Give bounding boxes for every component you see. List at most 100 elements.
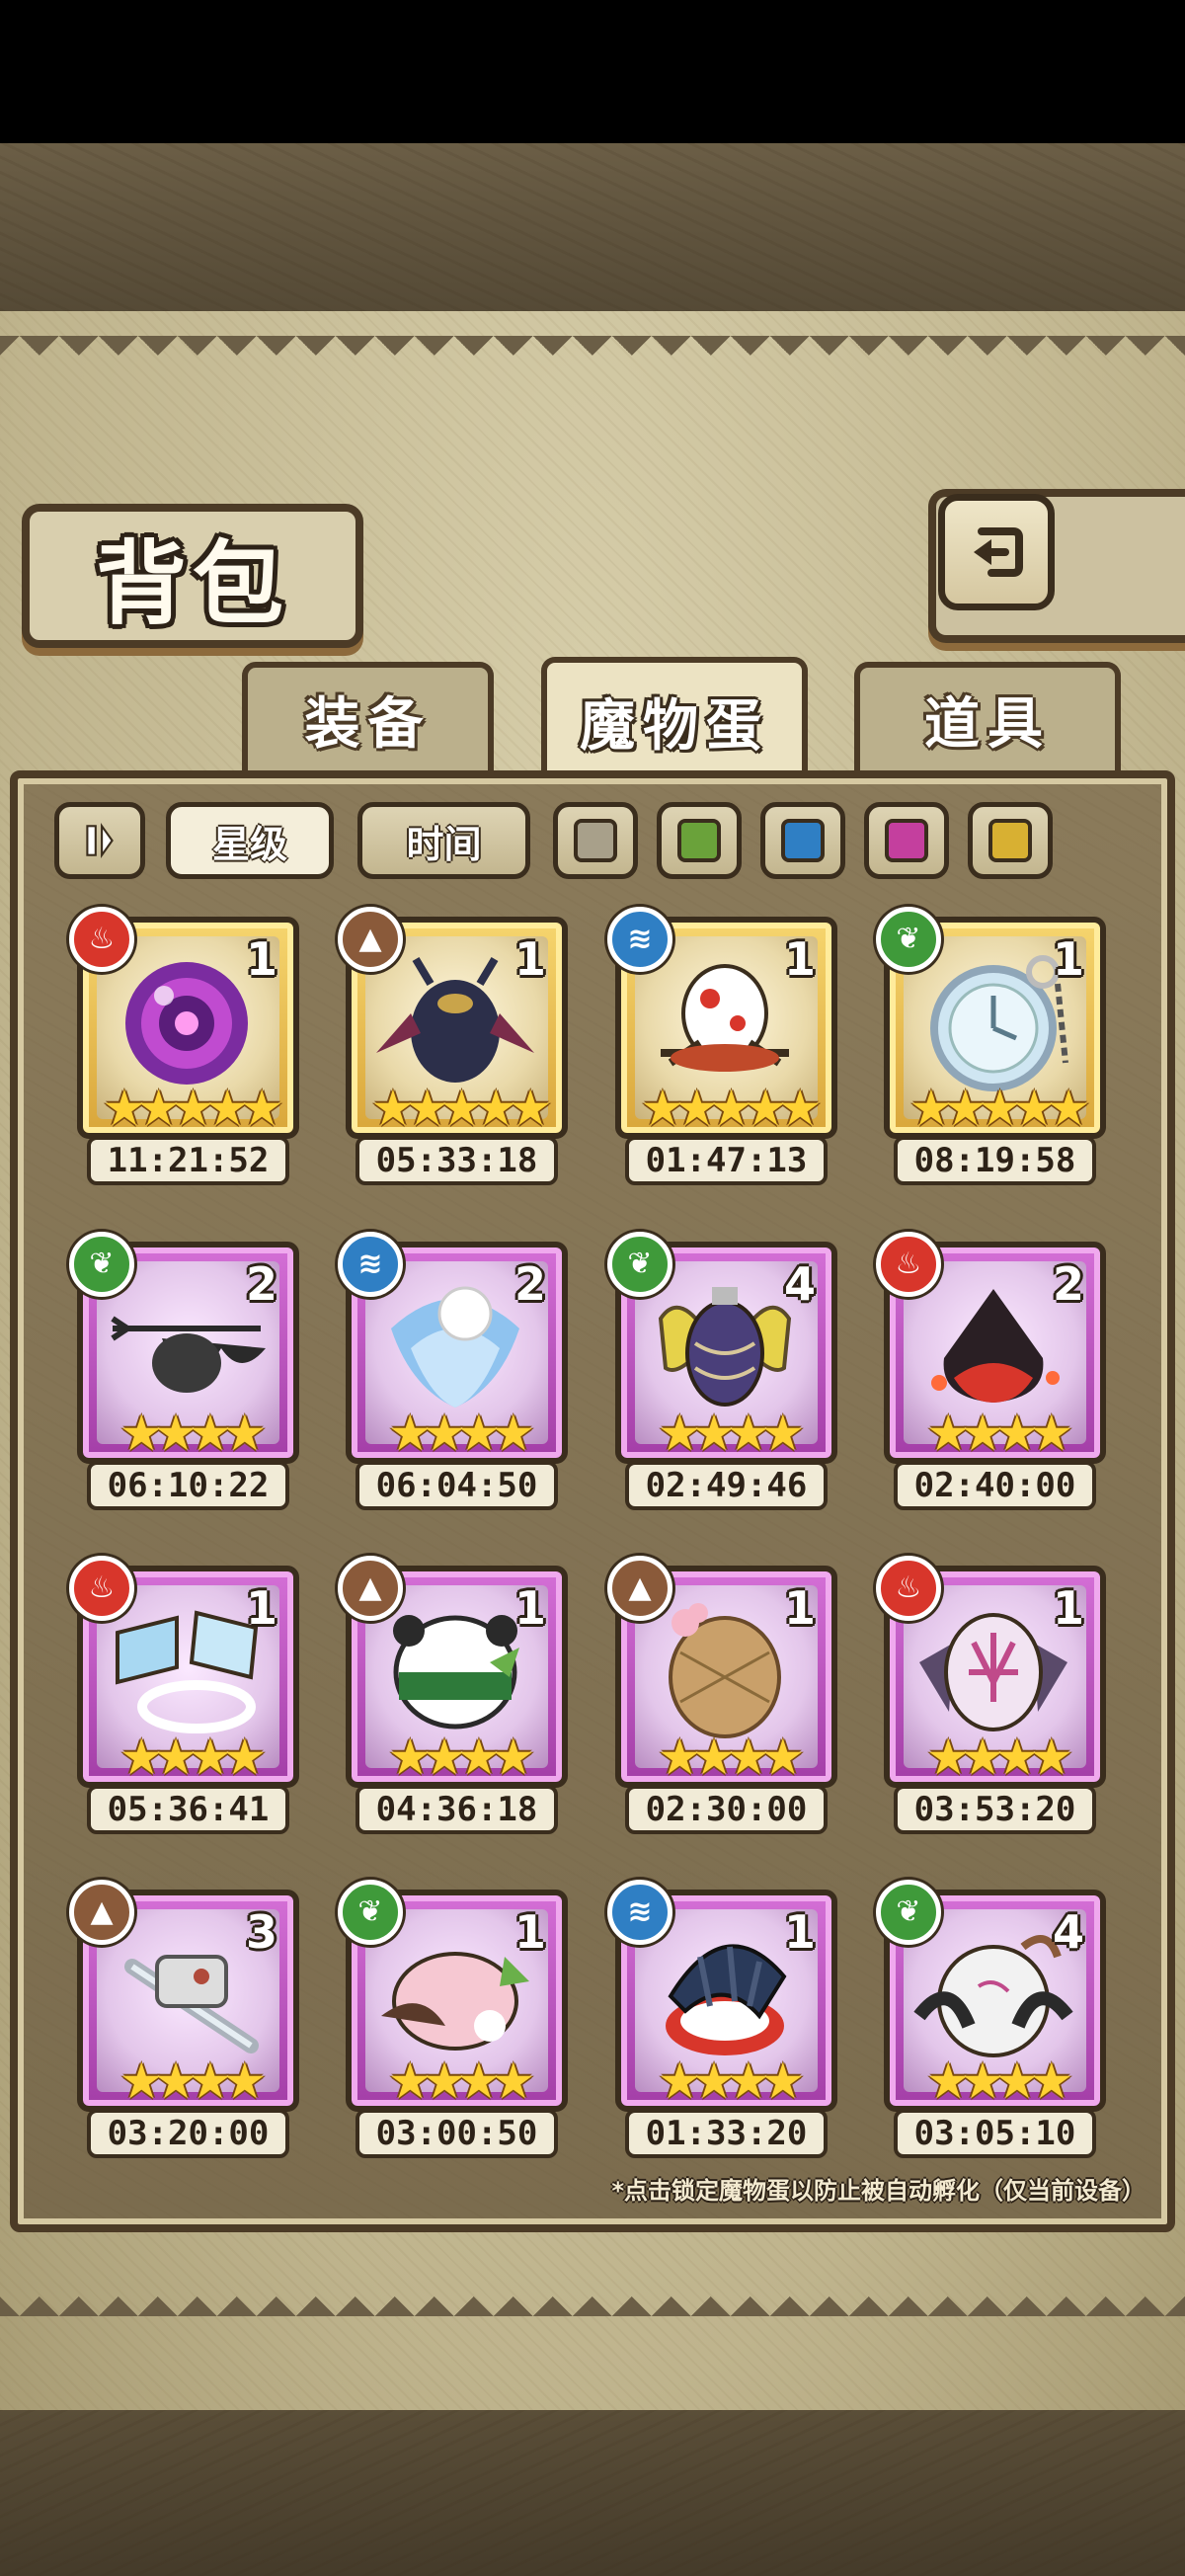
sort-by-star-label: 星级 — [211, 822, 287, 866]
item-count: 1 — [1052, 932, 1084, 986]
water-element-icon: ≋ — [607, 907, 672, 972]
back-arrow-icon — [974, 527, 1023, 577]
egg-card[interactable]: 4 ★★★★ ❦ 03:05:10 — [876, 1880, 1106, 2161]
back-button[interactable] — [938, 494, 1055, 610]
star-rating: ★★★★ — [657, 1405, 805, 1462]
star-rating: ★★★★★ — [370, 1080, 552, 1137]
hatch-timer: 04:36:18 — [356, 1785, 558, 1834]
star-rating: ★★★★ — [925, 2053, 1073, 2110]
egg-card[interactable]: 4 ★★★★ ❦ 02:49:46 — [607, 1232, 837, 1513]
filter-color-blue[interactable] — [760, 802, 845, 879]
tab-equipment[interactable]: 装备 — [242, 662, 494, 770]
swatch-green — [677, 819, 721, 862]
filter-color-gray[interactable] — [553, 802, 638, 879]
filter-color-pink[interactable] — [864, 802, 949, 879]
star-rating: ★★★★ — [118, 2053, 267, 2110]
wood-element-icon: ❦ — [876, 1880, 941, 1945]
egg-card[interactable]: 1 ★★★★ ≋ 01:33:20 — [607, 1880, 837, 2161]
water-element-icon: ≋ — [338, 1232, 403, 1297]
tab-monster-eggs[interactable]: 魔物蛋 — [541, 657, 808, 780]
torn-edge-top — [0, 336, 1185, 375]
hatch-timer: 05:33:18 — [356, 1136, 558, 1185]
egg-card[interactable]: 1 ★★★★★ ❦ 08:19:58 — [876, 907, 1106, 1188]
wood-element-icon: ❦ — [69, 1232, 134, 1297]
item-count: 1 — [514, 1905, 546, 1959]
lock-hint-text: *点击锁定魔物蛋以防止被自动孵化（仅当前设备） — [611, 2177, 1146, 2205]
sort-by-time-button[interactable]: 时间 — [357, 802, 530, 879]
hatch-timer: 05:36:41 — [87, 1785, 289, 1834]
tab-monster-eggs-label: 魔物蛋 — [580, 693, 769, 759]
egg-card[interactable]: 2 ★★★★ ♨ 02:40:00 — [876, 1232, 1106, 1513]
star-rating: ★★★★ — [657, 2053, 805, 2110]
map-background-bottom — [0, 2410, 1185, 2576]
item-count: 1 — [783, 1581, 816, 1635]
egg-card[interactable]: 1 ★★★★★ ♨ 11:21:52 — [69, 907, 299, 1188]
swatch-blue — [781, 819, 825, 862]
water-element-icon: ≋ — [607, 1880, 672, 1945]
fire-element-icon: ♨ — [69, 1556, 134, 1621]
egg-card[interactable]: 1 ★★★★ ❦ 03:00:50 — [338, 1880, 568, 2161]
item-count: 1 — [245, 932, 277, 986]
hatch-timer: 06:04:50 — [356, 1461, 558, 1510]
hatch-timer: 11:21:52 — [87, 1136, 289, 1185]
hatch-timer: 02:40:00 — [894, 1461, 1096, 1510]
item-count: 1 — [514, 1581, 546, 1635]
swatch-gold — [988, 819, 1032, 862]
star-rating: ★★★★ — [387, 2053, 535, 2110]
hatch-timer: 02:49:46 — [625, 1461, 828, 1510]
egg-card[interactable]: 1 ★★★★ ▲ 02:30:00 — [607, 1556, 837, 1837]
hatch-timer: 06:10:22 — [87, 1461, 289, 1510]
hatch-timer: 08:19:58 — [894, 1136, 1096, 1185]
star-rating: ★★★★ — [387, 1729, 535, 1786]
map-background-top — [0, 143, 1185, 311]
torn-edge-bottom — [0, 2296, 1185, 2336]
item-count: 1 — [783, 1905, 816, 1959]
egg-card[interactable]: 2 ★★★★ ❦ 06:10:22 — [69, 1232, 299, 1513]
item-count: 4 — [783, 1257, 816, 1311]
egg-card[interactable]: 1 ★★★★ ♨ 05:36:41 — [69, 1556, 299, 1837]
item-count: 1 — [245, 1581, 277, 1635]
filter-toggle-button[interactable] — [54, 802, 145, 879]
filter-color-green[interactable] — [657, 802, 742, 879]
earth-element-icon: ▲ — [607, 1556, 672, 1621]
star-rating: ★★★★ — [118, 1405, 267, 1462]
hatch-timer: 01:47:13 — [625, 1136, 828, 1185]
fire-element-icon: ♨ — [876, 1556, 941, 1621]
egg-card[interactable]: 3 ★★★★ ▲ 03:20:00 — [69, 1880, 299, 2161]
earth-element-icon: ▲ — [69, 1880, 134, 1945]
hatch-timer: 03:05:10 — [894, 2109, 1096, 2158]
fire-element-icon: ♨ — [876, 1232, 941, 1297]
star-rating: ★★★★ — [657, 1729, 805, 1786]
wood-element-icon: ❦ — [607, 1232, 672, 1297]
star-rating: ★★★★ — [387, 1405, 535, 1462]
egg-card[interactable]: 1 ★★★★★ ▲ 05:33:18 — [338, 907, 568, 1188]
hatch-timer: 03:00:50 — [356, 2109, 558, 2158]
status-bar — [0, 0, 1185, 143]
pause-filter-icon — [86, 823, 114, 858]
egg-card[interactable]: 1 ★★★★ ♨ 03:53:20 — [876, 1556, 1106, 1837]
wood-element-icon: ❦ — [876, 907, 941, 972]
star-rating: ★★★★★ — [640, 1080, 822, 1137]
hatch-timer: 01:33:20 — [625, 2109, 828, 2158]
egg-card[interactable]: 1 ★★★★★ ≋ 01:47:13 — [607, 907, 837, 1188]
star-rating: ★★★★ — [925, 1405, 1073, 1462]
star-rating: ★★★★★ — [102, 1080, 283, 1137]
item-count: 2 — [245, 1257, 277, 1311]
sort-by-time-label: 时间 — [406, 822, 482, 866]
tab-items[interactable]: 道具 — [854, 662, 1121, 770]
sort-by-star-button[interactable]: 星级 — [166, 802, 334, 879]
item-count: 1 — [514, 932, 546, 986]
hatch-timer: 03:53:20 — [894, 1785, 1096, 1834]
earth-element-icon: ▲ — [338, 907, 403, 972]
filter-color-gold[interactable] — [968, 802, 1053, 879]
earth-element-icon: ▲ — [338, 1556, 403, 1621]
item-count: 1 — [1052, 1581, 1084, 1635]
hatch-timer: 03:20:00 — [87, 2109, 289, 2158]
egg-card[interactable]: 2 ★★★★ ≋ 06:04:50 — [338, 1232, 568, 1513]
fire-element-icon: ♨ — [69, 907, 134, 972]
star-rating: ★★★★★ — [908, 1080, 1090, 1137]
page-title: 背包 — [95, 529, 289, 637]
star-rating: ★★★★ — [118, 1729, 267, 1786]
item-count: 1 — [783, 932, 816, 986]
egg-card[interactable]: 1 ★★★★ ▲ 04:36:18 — [338, 1556, 568, 1837]
